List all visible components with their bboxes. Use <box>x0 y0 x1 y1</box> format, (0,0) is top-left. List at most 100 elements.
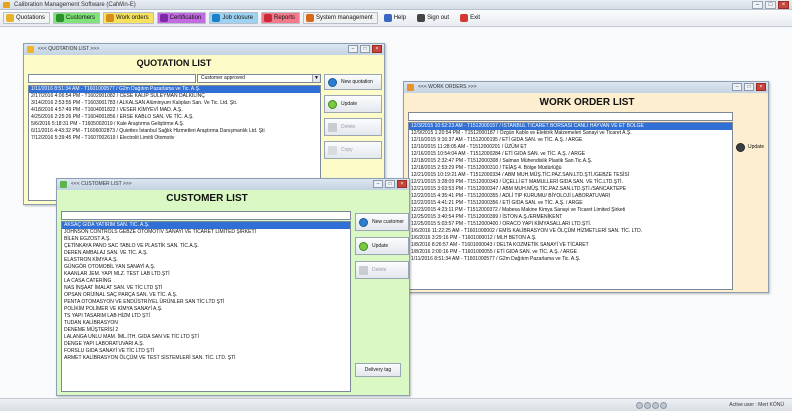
list-item[interactable]: 12/25/2015 5:03:57 PM - T1512000400 / OR… <box>409 221 732 228</box>
list-item[interactable]: 1/8/2016 2:00:16 PM - T1601000055 / ETİ … <box>409 249 732 256</box>
list-item[interactable]: 4/25/2016 2:25:26 PM - T1604001856 / ERS… <box>29 114 320 121</box>
minimize-icon[interactable]: – <box>373 180 383 188</box>
list-item[interactable]: POLİKİM POLİMER VE KİMYA SANAYİ A.Ş. <box>62 306 350 313</box>
list-item[interactable]: 1/11/2016 8:51:34 AM - T1601000577 / G2m… <box>29 86 320 93</box>
delete-quotation-button[interactable]: Delete <box>324 118 382 136</box>
quotation-search-input[interactable] <box>28 74 196 83</box>
minimize-icon[interactable]: – <box>348 45 358 53</box>
list-item[interactable]: JOHNSON CONTROLS GEBZE OTOMOTİV SANAYİ V… <box>62 229 350 236</box>
work-orders-window-titlebar[interactable]: <<< WORK ORDERS >>> – □ × <box>404 82 768 93</box>
close-icon[interactable]: × <box>778 1 789 9</box>
list-item[interactable]: 12/18/2015 2:53:29 PM - T1512000310 / TE… <box>409 165 732 172</box>
list-item[interactable]: DENEME MÜŞTERİSİ 2 <box>62 327 350 334</box>
work-order-search-input[interactable] <box>408 112 733 121</box>
maximize-icon[interactable]: □ <box>385 180 395 188</box>
close-icon[interactable]: × <box>397 180 407 188</box>
menu-customers-button[interactable]: Customers <box>53 12 101 24</box>
new-quotation-button[interactable]: New quotation <box>324 74 382 90</box>
menu-sign-out-button[interactable]: Sign out <box>414 12 454 24</box>
quotation-heading: QUOTATION LIST <box>136 58 212 68</box>
list-item[interactable]: 4/18/2016 4:57:49 PM - T1604001822 / VES… <box>29 107 320 114</box>
close-icon[interactable]: × <box>756 83 766 91</box>
work-order-list[interactable]: 12/3/2015 10:52:23 AM - T1512000157 / İS… <box>408 122 733 290</box>
list-item[interactable]: LA CASA CATERİNG <box>62 278 350 285</box>
menu-label: Customers <box>66 15 96 21</box>
customer-list[interactable]: AKSAÇ GIDA YATIRIM SAN. TİC. A.Ş. JOHNSON… <box>61 221 351 392</box>
list-item[interactable]: NAS İNŞAAT İMALAT SAN. VE TİC LTD ŞTİ <box>62 285 350 292</box>
list-item[interactable]: TS YAPI TASARIM LAB HİZM LTD ŞTİ <box>62 313 350 320</box>
list-item[interactable]: 12/3/2015 10:52:23 AM - T1512000157 / İS… <box>409 123 732 130</box>
update-work-order-button[interactable]: Update <box>735 139 767 155</box>
list-item[interactable]: 12/10/2015 11:28:05 AM - T1512000201 / Ü… <box>409 144 732 151</box>
list-item[interactable]: 12/22/2015 4:35:41 PM - T1512000355 / AD… <box>409 193 732 200</box>
scissors-icon <box>328 122 337 132</box>
minimize-icon[interactable]: – <box>752 1 763 9</box>
list-item[interactable]: 3/14/2016 2:53:55 PM - T1603001783 / ALK… <box>29 100 320 107</box>
list-item[interactable]: PENTA OTOMASYON VE ENDÜSTRİYEL ÜRÜNLER S… <box>62 299 350 306</box>
list-item[interactable]: 2/17/2016 4:06:54 PM - T1602001082 / CES… <box>29 93 320 100</box>
menu-system-management-button[interactable]: System management <box>303 12 378 24</box>
copy-quotation-button[interactable]: Copy <box>324 141 382 159</box>
list-item[interactable]: ELASTRON KİMYA A.Ş. <box>62 257 350 264</box>
list-item[interactable]: 12/9/2015 1:20:54 PM - T1512000187 / Özg… <box>409 130 732 137</box>
list-item[interactable]: 12/22/2015 4:41:21 PM - T1512000356 / ET… <box>409 200 732 207</box>
customer-list-window[interactable]: <<< CUSTOMER LIST >>> – □ × CUSTOMER LIST … <box>56 178 410 396</box>
customer-search-input[interactable] <box>61 211 351 220</box>
list-item[interactable]: 12/21/2015 3:28:09 PM - T1512000343 / ÜÇ… <box>409 179 732 186</box>
list-item[interactable]: LALANGA UNLU MAM. İML.İTH. GIDA SAN VE T… <box>62 334 350 341</box>
work-orders-window-icon <box>407 84 414 91</box>
new-customer-button[interactable]: New customer <box>355 213 409 231</box>
list-item[interactable]: DEREN AMBALAJ SAN. VE TİC. A.Ş. <box>62 250 350 257</box>
customer-window-titlebar[interactable]: <<< CUSTOMER LIST >>> – □ × <box>57 179 409 190</box>
list-item[interactable]: 1/11/2016 8:51:34 AM - T1601000577 / G2m… <box>409 256 732 263</box>
menu-certification-button[interactable]: Certification <box>156 12 207 24</box>
list-item[interactable]: 12/25/2015 3:40:54 PM - T1512000399 / İS… <box>409 214 732 221</box>
list-item[interactable]: 5/6/2016 5:18:31 PM - T1605002019 / Kale… <box>29 121 320 128</box>
maximize-icon[interactable]: □ <box>744 83 754 91</box>
quotation-window-titlebar[interactable]: <<< QUOTATION LIST >>> – □ × <box>24 44 384 55</box>
list-item[interactable]: OPSAN ORİJİNAL SAÇ PARÇA SAN. VE TİC. A.… <box>62 292 350 299</box>
update-customer-button[interactable]: Update <box>355 237 409 255</box>
list-item[interactable]: DENGE YAPI LABORATUVARI A.Ş. <box>62 341 350 348</box>
maximize-icon[interactable]: □ <box>765 1 776 9</box>
minimize-icon[interactable]: – <box>732 83 742 91</box>
app-title: Calibration Management Software (CalWin-… <box>14 2 136 8</box>
update-quotation-button[interactable]: Update <box>324 95 382 113</box>
close-icon[interactable]: × <box>372 45 382 53</box>
menu-label: Help <box>393 15 407 21</box>
list-item[interactable]: GÜNGÖR OTOMOBİL YAN SANAYİ A.Ş. <box>62 264 350 271</box>
new-customer-label: New customer <box>372 219 404 225</box>
list-item[interactable]: KAANLAR JEM. YAPI MLZ. TEST LAB LTD.ŞTİ <box>62 271 350 278</box>
menu-help-button[interactable]: Help <box>381 12 411 24</box>
menu-reports-button[interactable]: Reports <box>261 12 301 24</box>
list-item[interactable]: 1/6/2016 11:22:25 AM - T1601000002 / EMİ… <box>409 228 732 235</box>
menu-job-closure-button[interactable]: Job closure <box>209 12 258 24</box>
list-item[interactable]: 12/21/2015 10:19:21 AM - T1512000334 / A… <box>409 172 732 179</box>
list-item[interactable]: 12/23/2015 4:23:11 PM - T1512000372 / Ma… <box>409 207 732 214</box>
menu-exit-button[interactable]: Exit <box>457 12 485 24</box>
list-item[interactable]: TUDAN KALİBRASYON <box>62 320 350 327</box>
menu-quotations-button[interactable]: Quotations <box>3 12 51 24</box>
list-item[interactable]: 6/11/2016 4:43:32 PM - T1606002873 / Qui… <box>29 128 320 135</box>
list-item[interactable]: 7/12/2016 5:39:45 PM - T1607002619 / Ele… <box>29 135 320 142</box>
list-item[interactable]: 12/10/2015 9:16:37 AM - T1512000195 / ET… <box>409 137 732 144</box>
list-item[interactable]: 12/18/2015 2:32:47 PM - T1512000308 / Sa… <box>409 158 732 165</box>
maximize-icon[interactable]: □ <box>360 45 370 53</box>
list-item[interactable]: 1/6/2016 3:29:16 PM - T1601000012 / MLH … <box>409 235 732 242</box>
list-item[interactable]: AKSAÇ GIDA YATIRIM SAN. TİC. A.Ş. <box>62 222 350 229</box>
list-item[interactable]: ARMET KALİBRASYON ÖLÇÜM VE TEST SİSTEMLE… <box>62 355 350 362</box>
quotation-window-icon <box>27 46 34 53</box>
list-item[interactable]: 12/16/2015 10:54:04 AM - T1512000284 / E… <box>409 151 732 158</box>
quotation-status-select[interactable]: Customer approved ▼ <box>197 74 321 83</box>
list-item[interactable]: 1/8/2016 8:26:57 AM - T1601000043 / DELT… <box>409 242 732 249</box>
work-orders-window[interactable]: <<< WORK ORDERS >>> – □ × WORK ORDER LIST … <box>403 81 769 293</box>
customer-heading: CUSTOMER LIST <box>166 193 248 204</box>
delivery-tag-button[interactable]: Delivery tag <box>355 363 401 377</box>
list-item[interactable]: FORSLU GIDA SANAYİ VE TİC LTD ŞTİ <box>62 348 350 355</box>
reports-icon <box>264 14 272 22</box>
menu-work-orders-button[interactable]: Work orders <box>103 12 154 24</box>
list-item[interactable]: ÇETİNKAYA PANO SAC TABLO VE PLASTİK SAN.… <box>62 243 350 250</box>
delete-customer-button[interactable]: Delete <box>355 261 409 279</box>
list-item[interactable]: BİLEN EGZOST A.Ş. <box>62 236 350 243</box>
list-item[interactable]: 12/21/2015 3:03:53 PM - T1512000347 / AB… <box>409 186 732 193</box>
